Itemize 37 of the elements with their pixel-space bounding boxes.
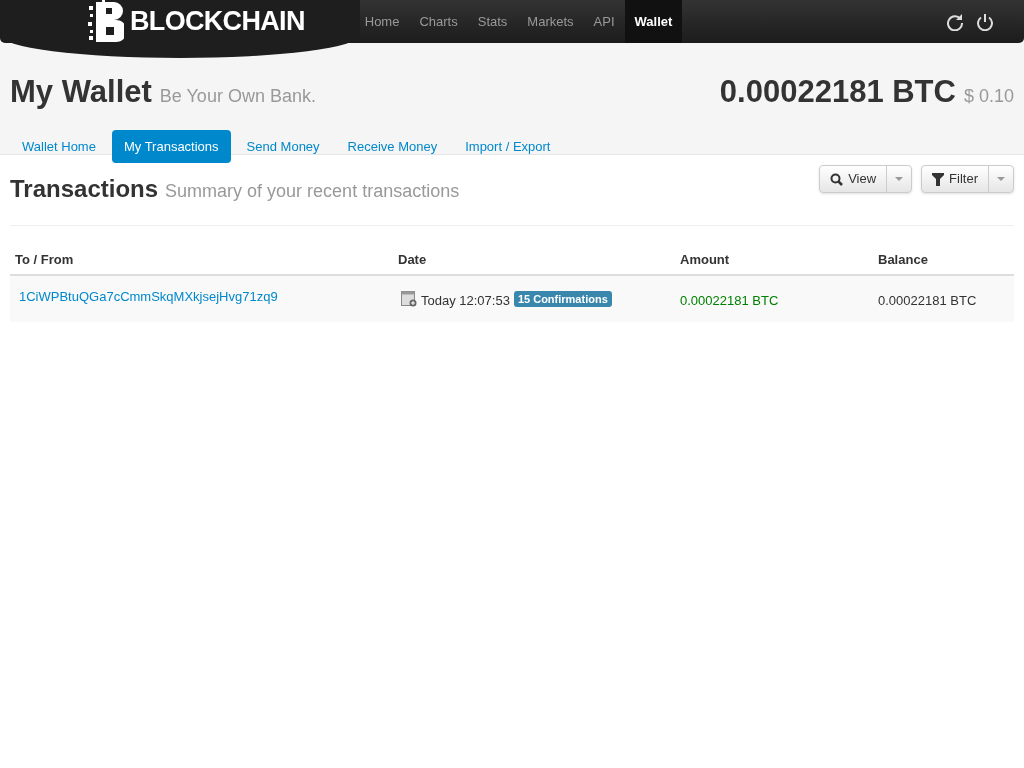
fiat-balance: $ 0.10 <box>963 85 1014 108</box>
date-text: Today 12:07:53 <box>421 291 510 310</box>
logo-icon <box>88 0 124 44</box>
power-icon[interactable] <box>976 12 994 31</box>
logo-text: BLOCKCHAIN <box>130 5 305 39</box>
confirmations-badge: 15 Confirmations <box>513 290 612 307</box>
refresh-icon[interactable] <box>946 12 964 31</box>
wallet-tab[interactable]: Wallet Home <box>10 129 108 163</box>
caret-icon <box>895 177 904 181</box>
address-link[interactable]: 1CiWPBtuQGa7cCmmSkqMXkjsejHvg71zq9 <box>19 288 278 304</box>
nav-link[interactable]: Wallet <box>624 0 683 43</box>
nav-link[interactable]: Stats <box>467 0 518 43</box>
nav-link[interactable]: Markets <box>517 0 584 43</box>
filter-button[interactable]: Filter <box>922 166 989 192</box>
wallet-balance: 0.00022181 BTC <box>719 73 956 111</box>
caret-icon <box>997 177 1005 181</box>
page-subtitle: Be Your Own Bank. <box>159 85 316 108</box>
filter-icon <box>932 172 945 186</box>
balance-text: 0.00022181 BTC <box>878 292 977 308</box>
wallet-tab[interactable]: Receive Money <box>335 129 450 163</box>
page-title: My Wallet <box>10 73 152 111</box>
column-header: Balance <box>878 252 928 267</box>
nav-link[interactable]: Home <box>354 0 410 43</box>
wallet-tab[interactable]: My Transactions <box>111 129 231 163</box>
search-icon <box>830 172 844 186</box>
column-header: Date <box>398 252 427 267</box>
view-button[interactable]: View <box>820 166 888 192</box>
section-subtitle: Summary of your recent transactions <box>165 180 460 203</box>
nav-link[interactable]: Charts <box>409 0 468 43</box>
calendar-icon <box>401 290 417 307</box>
wallet-tab[interactable]: Import / Export <box>453 129 563 163</box>
section-title: Transactions <box>10 174 159 204</box>
nav-link[interactable]: API <box>583 0 625 43</box>
column-header: To / From <box>15 252 74 267</box>
amount-text: 0.00022181 BTC <box>680 292 779 308</box>
wallet-tab[interactable]: Send Money <box>234 129 332 163</box>
column-header: Amount <box>680 252 730 267</box>
